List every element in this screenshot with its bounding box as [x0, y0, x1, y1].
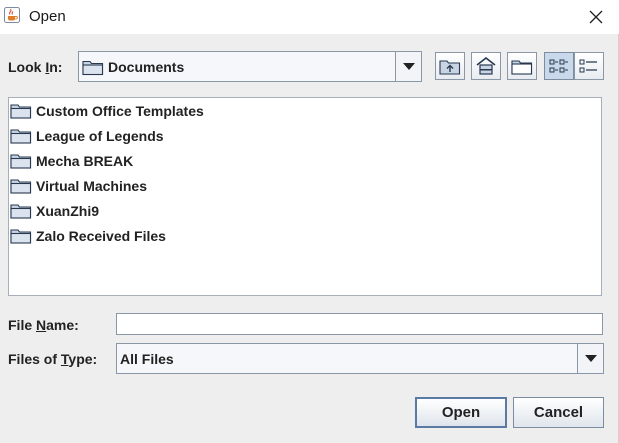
file-name: Virtual Machines [36, 178, 148, 194]
file-name: Mecha BREAK [36, 153, 134, 169]
list-item[interactable]: XuanZhi9 [10, 200, 99, 222]
java-cup-icon [4, 7, 20, 23]
look-in-label: Look In: [8, 59, 63, 75]
create-new-folder-button[interactable] [507, 52, 537, 80]
file-name-input[interactable] [116, 313, 603, 335]
file-list[interactable]: Custom Office Templates League of Legends… [8, 97, 602, 296]
open-button[interactable]: Open [415, 397, 507, 428]
list-item[interactable]: Virtual Machines [10, 175, 147, 197]
folder-icon [10, 179, 32, 194]
details-view-icon [579, 59, 597, 73]
folder-up-icon [439, 60, 461, 75]
list-view-button[interactable] [544, 52, 574, 80]
details-view-button[interactable] [574, 52, 604, 80]
open-dialog: Open Look In: Documents Custom Office Te… [0, 0, 619, 443]
list-item[interactable]: Zalo Received Files [10, 225, 166, 247]
folder-icon [10, 104, 32, 119]
chevron-down-icon [584, 355, 597, 362]
file-name: Custom Office Templates [36, 103, 204, 119]
file-name-label: File Name: [8, 317, 79, 333]
folder-icon [10, 229, 32, 244]
folder-icon [10, 204, 32, 219]
folder-icon [82, 60, 104, 76]
look-in-combo[interactable]: Documents [78, 51, 422, 82]
file-name: XuanZhi9 [36, 203, 100, 219]
list-view-icon [549, 59, 568, 73]
list-item[interactable]: Mecha BREAK [10, 150, 133, 172]
files-of-type-label: Files of Type: [8, 351, 98, 367]
folder-icon [10, 129, 32, 144]
list-item[interactable]: League of Legends [10, 125, 164, 147]
files-of-type-value: All Files [120, 351, 174, 367]
home-button[interactable] [471, 52, 501, 80]
look-in-dropdown-button[interactable] [395, 52, 421, 81]
new-folder-icon [511, 60, 533, 75]
file-name: Zalo Received Files [36, 228, 166, 244]
chevron-down-icon [402, 63, 415, 70]
up-one-level-button[interactable] [435, 52, 465, 80]
files-of-type-dropdown-button[interactable] [577, 344, 603, 373]
files-of-type-combo[interactable]: All Files [116, 343, 604, 374]
title-bar: Open [0, 0, 619, 34]
file-name: League of Legends [36, 128, 164, 144]
cancel-button[interactable]: Cancel [513, 397, 604, 428]
close-button[interactable] [573, 0, 619, 34]
home-icon [476, 56, 496, 75]
window-title: Open [29, 8, 66, 25]
list-item[interactable]: Custom Office Templates [10, 100, 204, 122]
close-icon [589, 10, 603, 24]
look-in-value: Documents [108, 59, 185, 75]
folder-icon [10, 154, 32, 169]
